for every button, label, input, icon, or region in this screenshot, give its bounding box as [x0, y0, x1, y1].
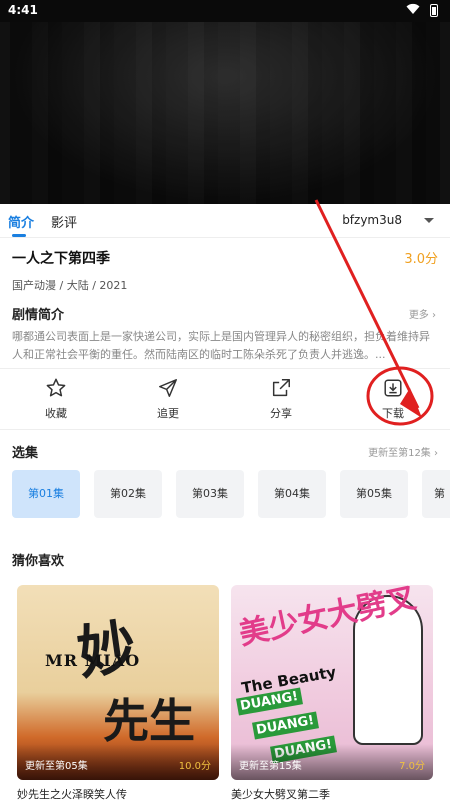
chevron-down-icon[interactable] [424, 218, 434, 223]
episode-item[interactable]: 第03集 [176, 470, 244, 518]
video-player[interactable] [0, 22, 450, 204]
card-score: 10.0分 [178, 761, 211, 772]
share-button[interactable]: 分享 [246, 377, 316, 421]
download-icon [382, 377, 404, 399]
card-title[interactable]: 美少女大劈叉第二季 [231, 786, 330, 800]
episodes-more-link[interactable]: 更新至第12集 › [368, 444, 438, 459]
status-time: 4:41 [8, 3, 38, 17]
episode-item[interactable]: 第04集 [258, 470, 326, 518]
share-icon [270, 377, 292, 399]
detail-tabs: 简介 影评 bfzym3u8 [0, 204, 450, 238]
tab-indicator [12, 234, 26, 237]
plot-text: 哪都通公司表面上是一家快递公司，实际上是国内管理异人的秘密组织，担负着维持异人和… [12, 330, 430, 361]
more-label: 更多 [408, 310, 429, 321]
episodes-update: 更新至第12集 [368, 448, 431, 459]
video-frame [10, 22, 440, 204]
episodes-heading: 选集 [12, 446, 39, 461]
episode-item[interactable]: 第06集 [422, 470, 450, 518]
battery-icon [430, 4, 438, 17]
plot-heading: 剧情简介 [12, 308, 65, 323]
follow-label: 追更 [157, 407, 179, 420]
action-bar: 收藏 追更 分享 下载 [0, 368, 450, 430]
card-update: 更新至第05集 [25, 761, 88, 772]
chevron-right-icon: › [434, 448, 438, 459]
show-score: 3.0分 [404, 252, 438, 267]
card-score: 7.0分 [399, 761, 425, 772]
episode-item[interactable]: 第02集 [94, 470, 162, 518]
show-meta: 国产动漫 / 大陆 / 2021 [12, 279, 128, 292]
recommend-heading: 猜你喜欢 [12, 554, 65, 569]
show-title: 一人之下第四季 [12, 251, 110, 267]
plot-more-link[interactable]: 更多 › [409, 306, 436, 321]
share-label: 分享 [270, 407, 292, 420]
tab-reviews[interactable]: 影评 [51, 212, 77, 231]
source-select[interactable]: bfzym3u8 [342, 213, 402, 227]
poster-title-en: MR MIAO [45, 651, 141, 670]
card-update: 更新至第15集 [239, 761, 302, 772]
recommend-card[interactable]: 美少女大劈叉 The Beauty DUANG! DUANG! DUANG! 更… [231, 585, 433, 780]
poster-title-art-sub: 先生 [103, 694, 195, 748]
episode-item[interactable]: 第01集 [12, 470, 80, 518]
favorite-label: 收藏 [45, 407, 67, 420]
download-button[interactable]: 下载 [358, 377, 428, 421]
status-bar: 4:41 [0, 0, 450, 22]
favorite-button[interactable]: 收藏 [21, 377, 91, 421]
chevron-right-icon: › [432, 310, 436, 321]
episode-item[interactable]: 第05集 [340, 470, 408, 518]
card-title[interactable]: 妙先生之火泽睽笑人传 [17, 786, 127, 800]
send-icon [157, 377, 179, 399]
poster-title-art: 妙 [73, 612, 141, 688]
tab-intro[interactable]: 简介 [8, 212, 34, 231]
recommend-card[interactable]: 妙 MR MIAO 先生 更新至第05集 10.0分 [17, 585, 219, 780]
star-icon [45, 377, 67, 399]
follow-button[interactable]: 追更 [133, 377, 203, 421]
download-label: 下载 [382, 407, 404, 420]
wifi-icon [406, 3, 420, 18]
poster-duang: DUANG! [252, 711, 319, 740]
